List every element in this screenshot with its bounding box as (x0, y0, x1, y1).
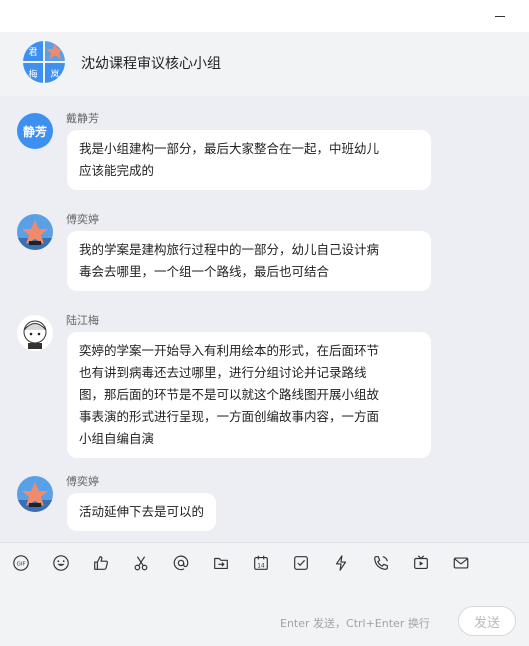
chat-header: 君 梅 岚 沈幼课程审议核心小组 (0, 32, 529, 96)
message-line: 我的学案是建构旅行过程中的一部分，幼儿自己设计病 (79, 242, 380, 257)
window-titlebar (0, 0, 529, 32)
message-bubble[interactable]: 奕婷的学案一开始导入有利用绘本的形式，在后面环节 也有讲到病毒还去过哪里，进行分… (67, 332, 431, 458)
minimize-icon[interactable] (493, 8, 507, 22)
message-bubble[interactable]: 我的学案是建构旅行过程中的一部分，幼儿自己设计病 毒会去哪里，一个组一个路线，最… (67, 231, 431, 291)
group-avatar-cell: 君 (23, 41, 43, 61)
avatar[interactable]: 静芳 (17, 113, 53, 149)
message-line: 我是小组建构一部分，最后大家整合在一起，中班幼儿 (79, 141, 380, 156)
message-list[interactable]: 静芳 戴静芳 我是小组建构一部分，最后大家整合在一起，中班幼儿 应该能完成的 傅… (0, 96, 529, 542)
gif-icon[interactable]: GIF (11, 553, 31, 573)
avatar[interactable] (17, 476, 53, 512)
video-icon[interactable] (411, 553, 431, 573)
group-avatar-cell: 梅 (23, 63, 43, 83)
sender-name: 傅奕婷 (66, 475, 99, 488)
message-line: 奕婷的学案一开始导入有利用绘本的形式，在后面环节 (79, 343, 380, 358)
phone-icon[interactable] (371, 553, 391, 573)
chat-toolbar: GIF 14 (0, 542, 529, 582)
message-input-area[interactable]: Enter 发送，Ctrl+Enter 换行 发送 (0, 582, 529, 646)
message-line: 毒会去哪里，一个组一个路线，最后也可结合 (79, 264, 330, 279)
sender-name: 傅奕婷 (66, 213, 99, 226)
calendar-icon[interactable]: 14 (251, 553, 271, 573)
avatar[interactable] (17, 315, 53, 351)
message-line: 小组自编自演 (79, 431, 155, 446)
emoji-icon[interactable] (51, 553, 71, 573)
message-bubble[interactable]: 活动延伸下去是可以的 (67, 493, 217, 531)
forward-icon[interactable] (211, 553, 231, 573)
svg-text:GIF: GIF (17, 561, 26, 567)
message-line: 活动延伸下去是可以的 (79, 504, 205, 519)
message-line: 应该能完成的 (79, 163, 155, 178)
group-avatar[interactable]: 君 梅 岚 (23, 41, 65, 83)
scissors-icon[interactable] (131, 553, 151, 573)
thumbs-up-icon[interactable] (91, 553, 111, 573)
message-line: 事表演的形式进行呈现，一方面创编故事内容，一方面 (79, 409, 380, 424)
group-title: 沈幼课程审议核心小组 (81, 56, 221, 72)
send-button[interactable]: 发送 (458, 606, 516, 636)
input-hint: Enter 发送，Ctrl+Enter 换行 (280, 617, 430, 630)
svg-text:14: 14 (257, 564, 265, 570)
mail-icon[interactable] (451, 553, 471, 573)
avatar[interactable] (17, 214, 53, 250)
group-avatar-cell-star (45, 41, 65, 61)
sender-name: 陆江梅 (66, 314, 99, 327)
message-line: 也有讲到病毒还去过哪里，进行分组讨论并记录路线 (79, 365, 367, 380)
checkbox-icon[interactable] (291, 553, 311, 573)
message-line: 图，那后面的环节是不是可以就这个路线图开展小组故 (79, 387, 380, 402)
at-icon[interactable] (171, 553, 191, 573)
message-bubble[interactable]: 我是小组建构一部分，最后大家整合在一起，中班幼儿 应该能完成的 (67, 130, 431, 190)
sender-name: 戴静芳 (66, 112, 99, 125)
group-avatar-cell: 岚 (45, 63, 65, 83)
lightning-icon[interactable] (331, 553, 351, 573)
